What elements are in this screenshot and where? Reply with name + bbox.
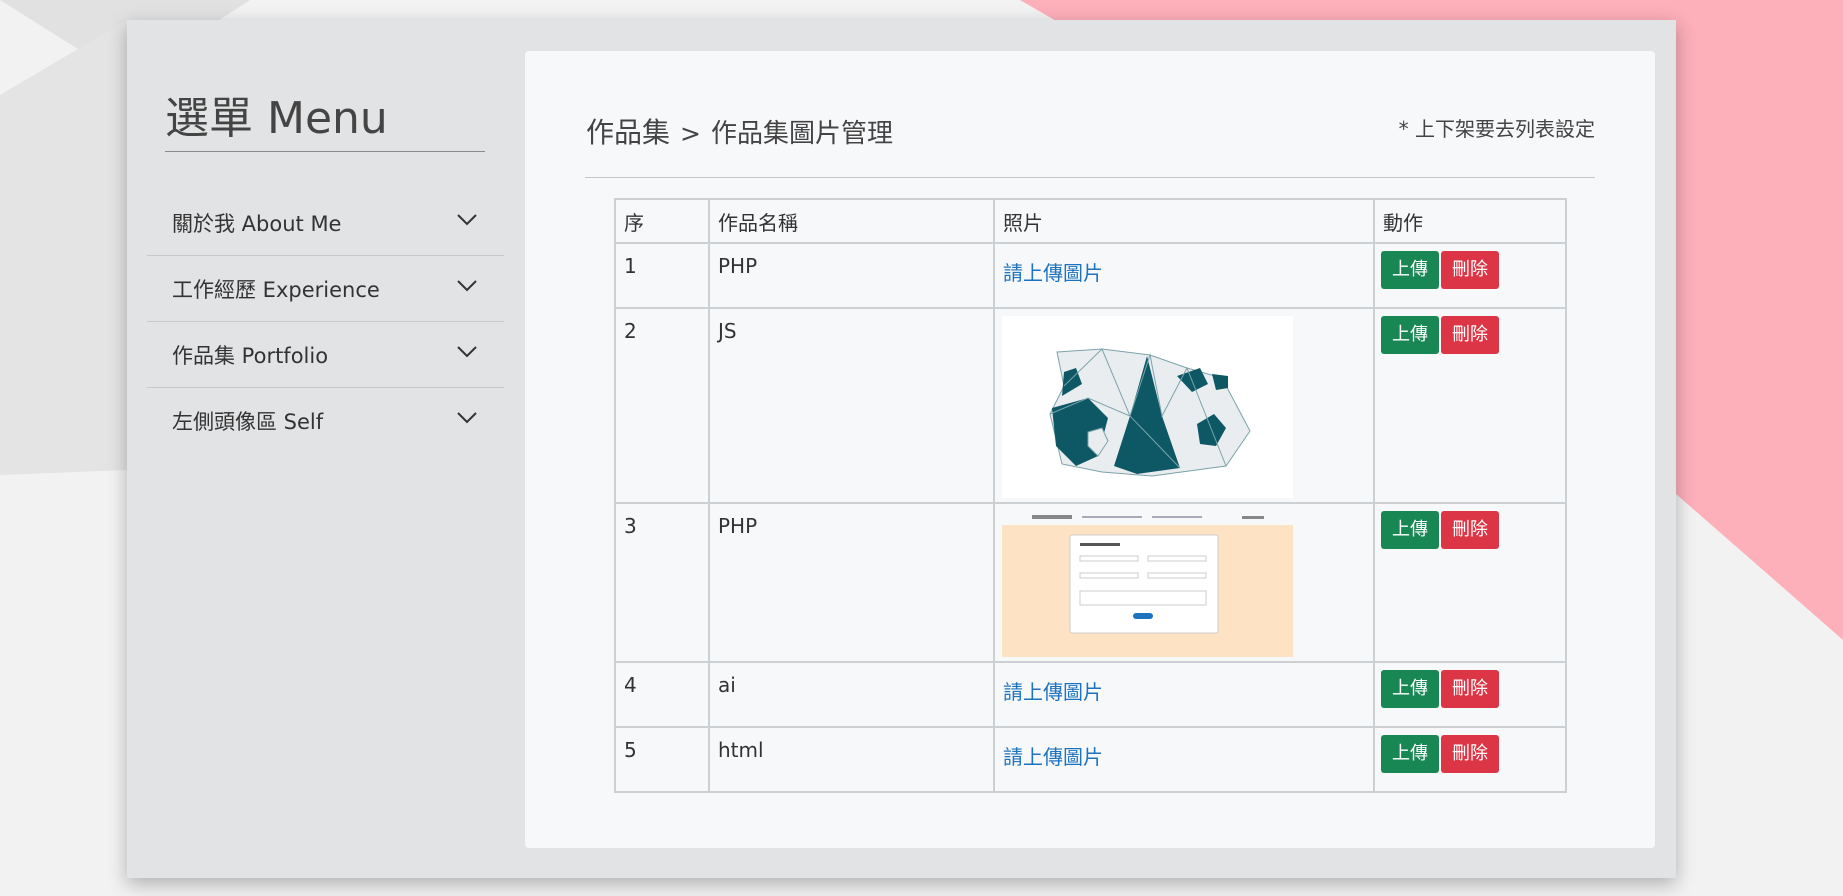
menu-item-label: 工作經歷 Experience	[172, 277, 380, 302]
menu-list: 關於我 About Me 工作經歷 Experience 作品集 Portfol…	[147, 190, 504, 454]
row-index: 1	[614, 242, 710, 309]
table-row: 5 html 請上傳圖片 上傳 刪除	[614, 726, 1567, 793]
upload-button[interactable]: 上傳	[1381, 670, 1439, 708]
photo-cell: 請上傳圖片	[993, 661, 1375, 728]
divider	[585, 177, 1595, 178]
delete-button[interactable]: 刪除	[1441, 251, 1499, 289]
chevron-down-icon[interactable]	[456, 411, 478, 425]
delete-button[interactable]: 刪除	[1441, 511, 1499, 549]
row-name: ai	[708, 661, 995, 728]
column-header-photo: 照片	[993, 198, 1375, 244]
row-name: html	[708, 726, 995, 793]
menu-item-portfolio[interactable]: 作品集 Portfolio	[147, 322, 504, 388]
breadcrumb: 作品集 > 作品集圖片管理	[586, 111, 893, 151]
row-index: 2	[614, 307, 710, 504]
main-panel: 選單 Menu 關於我 About Me 工作經歷 Experience 作品集…	[127, 20, 1676, 878]
upload-button[interactable]: 上傳	[1381, 735, 1439, 773]
menu-item-label: 作品集 Portfolio	[172, 343, 329, 368]
table-row: 4 ai 請上傳圖片 上傳 刪除	[614, 661, 1567, 728]
column-header-index: 序	[614, 198, 710, 244]
portfolio-image-table: 序 作品名稱 照片 動作 1 PHP 請上傳圖片 上傳 刪除 2 JS 上傳 刪…	[614, 198, 1567, 793]
page-title: 作品集圖片管理	[710, 119, 893, 149]
photo-cell	[993, 502, 1375, 663]
action-cell: 上傳 刪除	[1373, 242, 1567, 309]
chevron-down-icon[interactable]	[456, 213, 478, 227]
row-index: 4	[614, 661, 710, 728]
photo-cell	[993, 307, 1375, 504]
chevron-down-icon[interactable]	[456, 345, 478, 359]
content-card: 作品集 > 作品集圖片管理 * 上下架要去列表設定 序 作品名稱 照片 動作 1…	[525, 51, 1655, 848]
menu-item-self[interactable]: 左側頭像區 Self	[147, 388, 504, 454]
column-header-name: 作品名稱	[708, 198, 995, 244]
action-cell: 上傳 刪除	[1373, 661, 1567, 728]
row-name: JS	[708, 307, 995, 504]
chevron-down-icon[interactable]	[456, 279, 478, 293]
menu-title: 選單 Menu	[165, 93, 485, 152]
delete-button[interactable]: 刪除	[1441, 670, 1499, 708]
menu-item-label: 關於我 About Me	[172, 211, 342, 236]
action-cell: 上傳 刪除	[1373, 502, 1567, 663]
row-name: PHP	[708, 502, 995, 663]
delete-button[interactable]: 刪除	[1441, 316, 1499, 354]
row-index: 3	[614, 502, 710, 663]
delete-button[interactable]: 刪除	[1441, 735, 1499, 773]
column-header-action: 動作	[1373, 198, 1567, 244]
upload-button[interactable]: 上傳	[1381, 251, 1439, 289]
upload-image-link[interactable]: 請上傳圖片	[1003, 741, 1103, 770]
photo-cell: 請上傳圖片	[993, 726, 1375, 793]
upload-button[interactable]: 上傳	[1381, 316, 1439, 354]
breadcrumb-separator: >	[680, 119, 701, 148]
panda-image	[1002, 316, 1293, 498]
form-screenshot-image	[1002, 511, 1293, 657]
upload-image-link[interactable]: 請上傳圖片	[1003, 676, 1103, 705]
table-header-row: 序 作品名稱 照片 動作	[614, 198, 1567, 244]
table-row: 2 JS 上傳 刪除	[614, 307, 1567, 504]
table-row: 1 PHP 請上傳圖片 上傳 刪除	[614, 242, 1567, 309]
menu-item-label: 左側頭像區 Self	[172, 410, 324, 434]
settings-note: * 上下架要去列表設定	[1398, 117, 1595, 141]
row-index: 5	[614, 726, 710, 793]
menu-item-about-me[interactable]: 關於我 About Me	[147, 190, 504, 256]
upload-image-link[interactable]: 請上傳圖片	[1003, 257, 1103, 286]
photo-cell: 請上傳圖片	[993, 242, 1375, 309]
table-row: 3 PHP 上傳 刪除	[614, 502, 1567, 663]
action-cell: 上傳 刪除	[1373, 307, 1567, 504]
upload-button[interactable]: 上傳	[1381, 511, 1439, 549]
menu-item-experience[interactable]: 工作經歷 Experience	[147, 256, 504, 322]
breadcrumb-section[interactable]: 作品集	[586, 116, 670, 149]
row-name: PHP	[708, 242, 995, 309]
action-cell: 上傳 刪除	[1373, 726, 1567, 793]
